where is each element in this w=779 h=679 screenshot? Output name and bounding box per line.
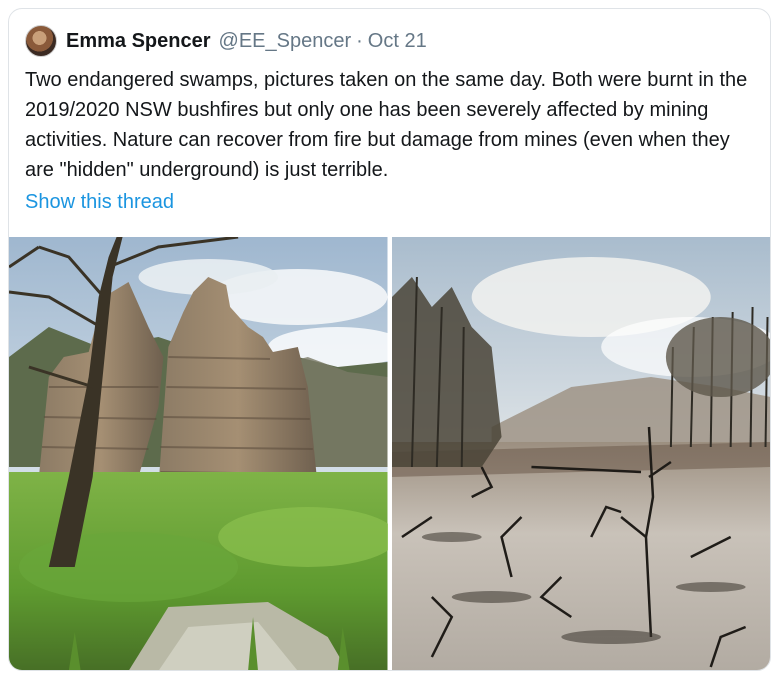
tweet-date[interactable]: Oct 21 (368, 30, 427, 53)
media-grid (9, 237, 770, 670)
avatar[interactable] (25, 25, 57, 57)
author-name[interactable]: Emma Spencer (66, 30, 211, 53)
photo-burnt-swamp-image (391, 237, 770, 670)
show-thread-link[interactable]: Show this thread (25, 191, 174, 214)
separator-dot: · (356, 29, 363, 52)
photo-green-swamp-image (9, 237, 388, 670)
tweet-header: Emma Spencer @EE_Spencer · Oct 21 (25, 24, 427, 58)
tweet-text: Two endangered swamps, pictures taken on… (25, 69, 748, 181)
tweet-card[interactable]: Emma Spencer @EE_Spencer · Oct 21 Two en… (8, 8, 771, 671)
photo-burnt-swamp[interactable] (391, 237, 770, 670)
author-handle[interactable]: @EE_Spencer (219, 30, 352, 53)
photo-green-swamp[interactable] (9, 237, 388, 670)
